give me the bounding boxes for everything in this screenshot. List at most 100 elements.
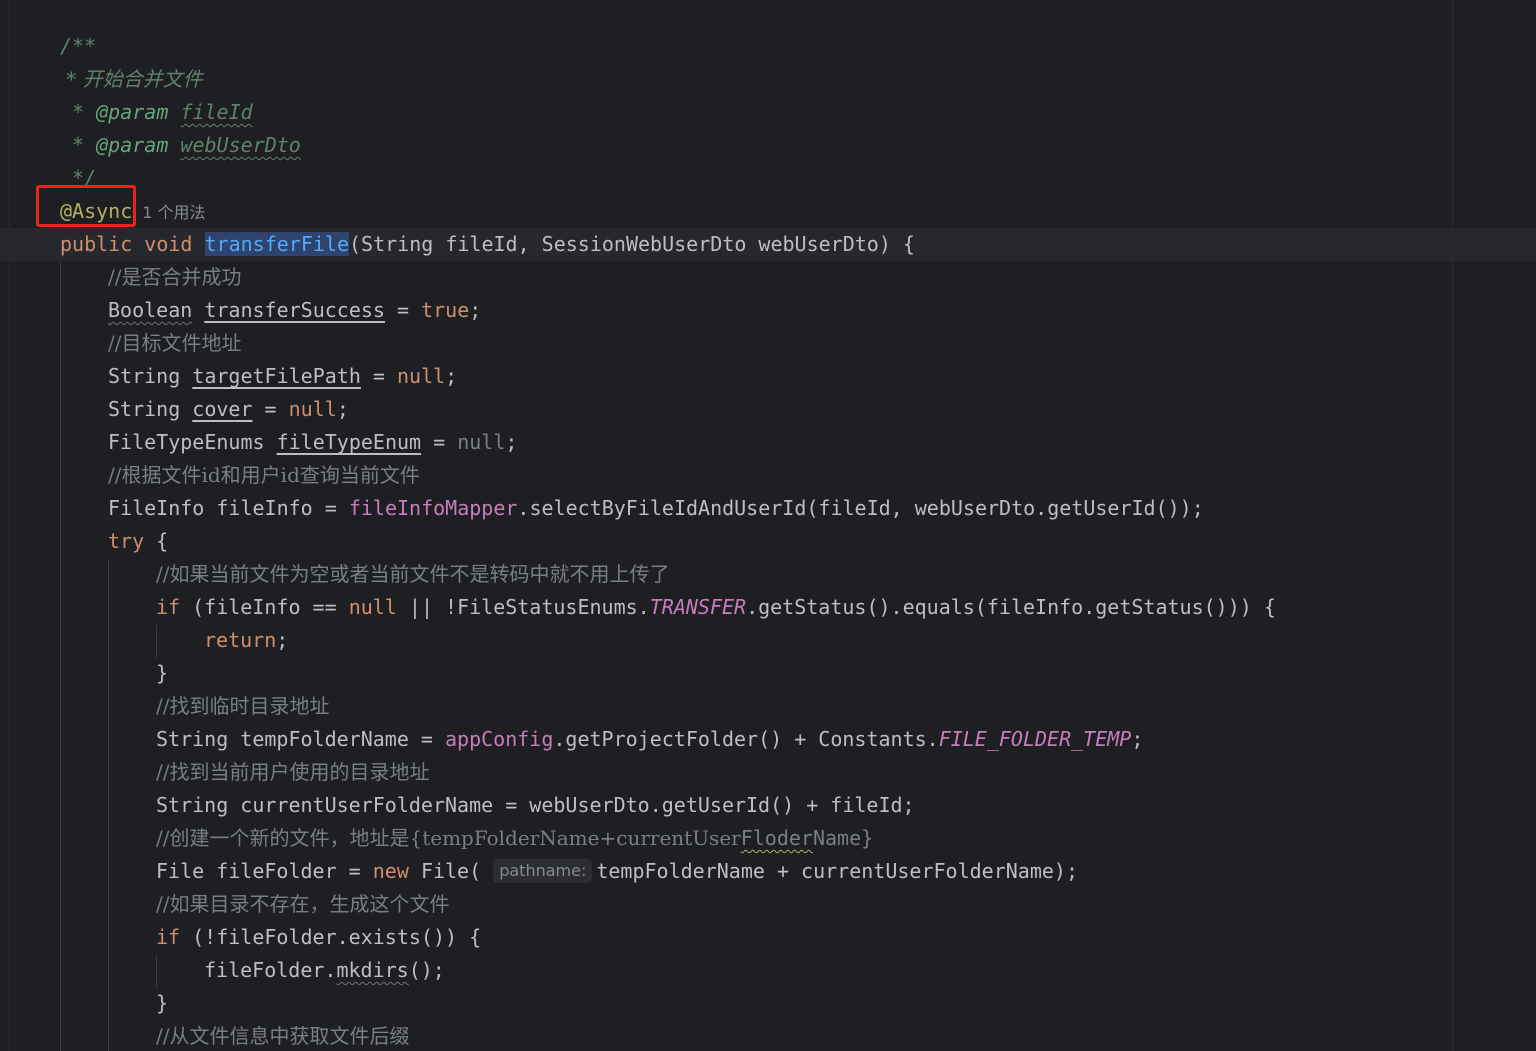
code-line: File fileFolder = new File( pathname: tem… (156, 859, 1078, 883)
comment-line: //目标文件地址 (108, 327, 241, 360)
keyword: public (60, 232, 133, 256)
comment-line: //从文件信息中获取文件后缀 (156, 1020, 409, 1051)
comment-line: //根据文件id和用户id查询当前文件 (108, 459, 420, 492)
type-name: FileTypeEnums (108, 430, 265, 454)
comment-line: //找到临时目录地址 (156, 690, 329, 723)
variable: fileInfo (216, 496, 313, 520)
javadoc-param-fileid: * @param fileId (60, 96, 253, 129)
code-line: String tempFolderName = appConfig.getPro… (156, 727, 1144, 751)
comment-line: //是否合并成功 (108, 261, 241, 294)
keyword: void (144, 232, 193, 256)
code-text: || !FileStatusEnums. (396, 595, 650, 619)
javadoc-open: /** (60, 30, 96, 63)
code-text: (); (408, 958, 445, 982)
parameter-name-hint: pathname: (493, 859, 593, 883)
field: appConfig (445, 727, 554, 751)
code-line: Boolean transferSuccess = true; (108, 298, 482, 322)
code-comment: //目标文件地址 (108, 331, 242, 355)
javadoc-tag: @param (96, 133, 169, 157)
code-comment: Name} (812, 826, 874, 850)
type-name: File (156, 859, 205, 883)
type-name: String (156, 727, 229, 751)
right-margin-guide (1452, 0, 1453, 1051)
variable: fileTypeEnum (276, 430, 422, 454)
variable: tempFolderName (240, 727, 409, 751)
code-line: if (fileInfo == null || !FileStatusEnums… (156, 591, 1276, 624)
code-line: String cover = null; (108, 397, 349, 421)
code-text: (String fileId, SessionWebUserDto webUse… (349, 232, 915, 256)
comment-line: //如果目录不存在，生成这个文件 (156, 888, 449, 921)
code-comment: //如果当前文件为空或者当前文件不是转码中就不用上传了 (156, 562, 670, 586)
code-comment: //如果目录不存在，生成这个文件 (156, 892, 450, 916)
keyword: null (288, 397, 337, 421)
code-text: .getStatus().equals(fileInfo.getStatus()… (746, 595, 1276, 619)
javadoc-description: * 开始合并文件 (60, 63, 203, 96)
keyword: if (156, 925, 181, 949)
method-signature: public void transferFile(String fileId, … (60, 228, 915, 261)
keyword: if (156, 595, 181, 619)
code-line: } (156, 987, 168, 1020)
constant: TRANSFER (649, 595, 747, 619)
annotation-highlight-box (36, 185, 136, 227)
code-line: FileInfo fileInfo = fileInfoMapper.selec… (108, 496, 1204, 520)
code-comment: //找到当前用户使用的目录地址 (156, 760, 430, 784)
code-line: FileTypeEnums fileTypeEnum = null; (108, 430, 518, 454)
constant: FILE_FOLDER_TEMP (938, 727, 1132, 751)
indent-guide (156, 625, 157, 658)
variable: fileFolder (216, 859, 337, 883)
code-text: currentUserFolderName = webUserDto.getUs… (240, 793, 915, 817)
code-text: /** (60, 34, 97, 58)
code-text: * 开始合并文件 (60, 67, 203, 91)
code-text: } (156, 991, 169, 1015)
code-comment: //从文件信息中获取文件后缀 (156, 1024, 410, 1048)
method-call: mkdirs (336, 958, 409, 982)
variable: targetFilePath (192, 364, 361, 388)
code-line: String targetFilePath = null; (108, 364, 458, 388)
field: fileInfoMapper (348, 496, 518, 520)
code-text: (fileInfo == (192, 595, 349, 619)
code-text: * (60, 133, 97, 157)
type-name: String (156, 793, 229, 817)
code-line: fileFolder.mkdirs(); (204, 954, 445, 987)
variable: transferSuccess (204, 298, 385, 322)
type-name: Boolean (108, 298, 193, 322)
code-editor[interactable]: /** * 开始合并文件 * @param fileId * @param we… (0, 0, 1536, 1051)
comment-line: //如果当前文件为空或者当前文件不是转码中就不用上传了 (156, 558, 669, 591)
code-text: } (156, 661, 169, 685)
type-name: String (108, 364, 181, 388)
typo-word: Floder (740, 826, 813, 850)
type-name: FileInfo (108, 496, 205, 520)
keyword: null (397, 364, 446, 388)
code-text: (!fileFolder.exists()) { (192, 925, 482, 949)
indent-guide (60, 262, 61, 1051)
variable: cover (192, 397, 253, 421)
keyword: return (204, 628, 277, 652)
code-text: .getProjectFolder() + Constants. (553, 727, 939, 751)
comment-line: //找到当前用户使用的目录地址 (156, 756, 429, 789)
code-comment: //是否合并成功 (108, 265, 242, 289)
keyword: null (348, 595, 397, 619)
javadoc-param-webuserdto: * @param webUserDto (60, 129, 301, 162)
type-name: String (108, 397, 181, 421)
code-text: * (60, 100, 97, 124)
indent-guide (156, 955, 157, 988)
code-line: return; (204, 628, 289, 652)
javadoc-tag: @param (96, 100, 169, 124)
usage-hint[interactable]: 1 个用法 (142, 203, 205, 222)
comment-line: //创建一个新的文件，地址是{tempFolderName+currentUse… (156, 822, 873, 855)
code-comment: //创建一个新的文件，地址是{tempFolderName+currentUse… (156, 826, 741, 850)
code-text: fileFolder. (204, 958, 337, 982)
javadoc-param-name: webUserDto (180, 133, 301, 157)
code-comment: //根据文件id和用户id查询当前文件 (108, 463, 420, 487)
code-comment: //找到临时目录地址 (156, 694, 330, 718)
code-line: } (156, 657, 168, 690)
keyword: null (457, 430, 506, 454)
code-text: tempFolderName + currentUserFolderName); (596, 859, 1078, 883)
code-line: String currentUserFolderName = webUserDt… (156, 789, 915, 822)
method-name[interactable]: transferFile (204, 232, 350, 256)
keyword: try (108, 529, 145, 553)
gutter-edge (9, 0, 10, 1051)
keyword: true (421, 298, 470, 322)
code-line: if (!fileFolder.exists()) { (156, 921, 481, 954)
code-line: try { (108, 529, 169, 553)
